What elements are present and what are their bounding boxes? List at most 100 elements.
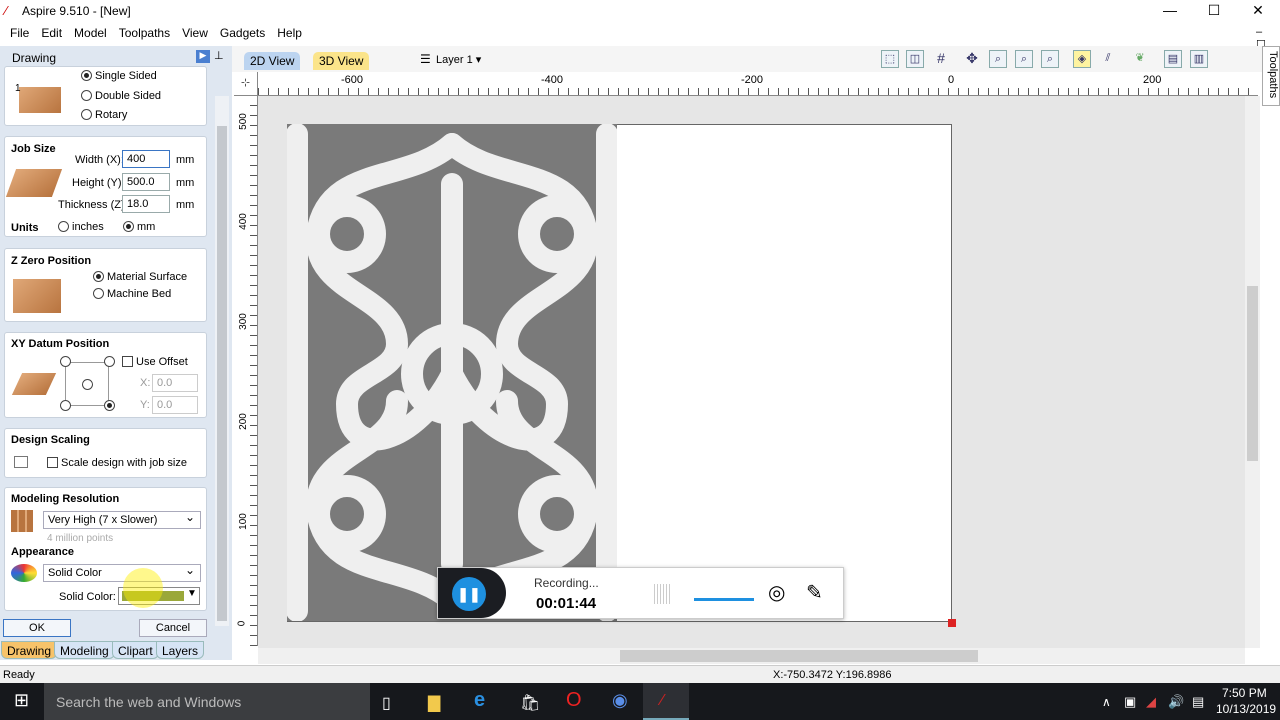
scale-design-checkbox[interactable] <box>47 457 58 468</box>
tab-clipart[interactable]: Clipart <box>112 641 159 659</box>
radio-mm[interactable] <box>123 221 134 232</box>
webcam-icon[interactable]: ◎ <box>768 580 785 605</box>
radio-inches[interactable] <box>58 221 69 232</box>
width-input[interactable]: 400 <box>122 150 170 168</box>
job-type-section: 1 Single Sided Double Sided Rotary <box>4 66 207 126</box>
resolution-select[interactable]: Very High (7 x Slower) <box>43 510 201 529</box>
job-size-section: Job Size Width (X): 400 mm Height (Y): 5… <box>4 136 207 237</box>
tray-chevron-icon[interactable]: ∧ <box>1102 695 1111 709</box>
network-icon[interactable]: ▣ <box>1124 694 1136 710</box>
layer-dropdown[interactable]: Layer 1 ▾ <box>436 53 481 66</box>
ruler-corner-icon[interactable]: ⊹ <box>234 72 258 96</box>
task-view-icon[interactable]: ▯ <box>382 693 391 713</box>
pen-icon[interactable]: ✎ <box>806 580 823 605</box>
carved-panel-model[interactable] <box>287 124 617 621</box>
radio-single-sided[interactable] <box>81 70 92 81</box>
split-horizontal-icon[interactable]: ▤ <box>1164 50 1182 68</box>
y-tick-label: 200 <box>237 413 249 430</box>
menu-file[interactable]: File <box>0 22 35 40</box>
datum-bottom-right[interactable] <box>104 400 115 411</box>
file-explorer-icon[interactable]: ▇ <box>428 693 440 713</box>
clock-date[interactable]: 10/13/2019 <box>1216 702 1276 716</box>
pan-icon[interactable]: ✥ <box>963 50 981 68</box>
dropdown-arrow-icon: ▼ <box>187 588 197 599</box>
menu-view[interactable]: View <box>176 22 214 40</box>
menu-model[interactable]: Model <box>68 22 113 40</box>
model-icon[interactable]: ❦ <box>1131 50 1149 68</box>
datum-bottom-left[interactable] <box>60 400 71 411</box>
taskbar-search-box[interactable]: Search the web and Windows <box>44 683 370 720</box>
windows-start-icon[interactable]: ⊞ <box>14 690 29 711</box>
chrome-icon[interactable]: ◉ <box>612 690 628 711</box>
height-input[interactable]: 500.0 <box>122 173 170 191</box>
panel-title: Drawing <box>12 51 57 65</box>
panel-scrollbar[interactable] <box>215 96 229 626</box>
cursor-coordinates: X:-750.3472 Y:196.8986 <box>773 669 892 681</box>
modeling-title: Modeling Resolution <box>11 493 120 505</box>
xy-datum-title: XY Datum Position <box>11 338 110 350</box>
resolution-icon <box>11 510 33 532</box>
snap-icon[interactable]: ◈ <box>1073 50 1091 68</box>
tab-2d-view[interactable]: 2D View <box>244 52 301 70</box>
x-offset-input[interactable]: 0.0 <box>152 374 198 392</box>
pin-icon[interactable]: ⊥ <box>214 49 224 62</box>
y-offset-input[interactable]: 0.0 <box>152 396 198 414</box>
appearance-select[interactable]: Solid Color <box>43 563 201 582</box>
minimize-button[interactable]: — <box>1148 0 1192 22</box>
grid-icon[interactable]: # <box>932 50 950 68</box>
menu-edit[interactable]: Edit <box>35 22 68 40</box>
tab-layers[interactable]: Layers <box>156 641 205 659</box>
opera-icon[interactable]: O <box>566 689 582 712</box>
radio-material-surface[interactable] <box>93 271 104 282</box>
maximize-button[interactable]: ☐ <box>1192 0 1236 22</box>
thickness-input[interactable]: 18.0 <box>122 195 170 213</box>
toolpaths-side-tab[interactable]: Toolpaths <box>1262 46 1280 106</box>
tab-modeling[interactable]: Modeling <box>54 641 115 659</box>
node-edit-icon[interactable]: ◫ <box>906 50 924 68</box>
datum-top-right[interactable] <box>104 356 115 367</box>
y-tick-label: 400 <box>237 213 249 230</box>
pause-button[interactable]: ❚❚ <box>452 577 486 611</box>
volume-slider[interactable] <box>694 598 754 601</box>
menu-toolpaths[interactable]: Toolpaths <box>113 22 176 40</box>
y-tick-label: 0 <box>236 620 248 627</box>
close-button[interactable]: ✕ <box>1236 0 1280 22</box>
menu-gadgets[interactable]: Gadgets <box>214 22 271 40</box>
recording-time: 00:01:44 <box>536 595 597 612</box>
wifi-icon[interactable]: ◢ <box>1146 694 1156 710</box>
horizontal-ruler: -600 -400 -200 0 200 <box>258 72 1258 96</box>
radio-machine-bed[interactable] <box>93 288 104 299</box>
ok-button[interactable]: OK <box>3 619 71 637</box>
xy-datum-icon <box>11 373 57 395</box>
datum-top-left[interactable] <box>60 356 71 367</box>
tab-drawing[interactable]: Drawing <box>1 641 58 659</box>
zoom-selection-icon[interactable]: ⌕ <box>1041 50 1059 68</box>
canvas-vertical-scrollbar[interactable] <box>1245 96 1260 648</box>
use-offset-checkbox[interactable] <box>122 356 133 367</box>
action-center-icon[interactable]: ▤ <box>1192 694 1204 710</box>
radio-rotary[interactable] <box>81 109 92 120</box>
datum-center[interactable] <box>82 379 93 390</box>
clock-time[interactable]: 7:50 PM <box>1222 686 1267 700</box>
menu-help[interactable]: Help <box>271 22 308 40</box>
window-title: Aspire 9.510 - [New] <box>22 4 131 18</box>
scale-design-label: Scale design with job size <box>61 457 187 469</box>
split-vertical-icon[interactable]: ▥ <box>1190 50 1208 68</box>
thickness-label: Thickness (Z): <box>58 199 128 211</box>
vectors-icon[interactable]: ⫽ <box>1099 50 1117 68</box>
volume-icon[interactable]: 🔊 <box>1168 694 1184 710</box>
radio-double-sided[interactable] <box>81 90 92 101</box>
edge-icon[interactable]: e <box>474 689 485 712</box>
cursor-highlight <box>123 568 163 608</box>
tab-3d-view[interactable]: 3D View <box>313 52 370 70</box>
cancel-button[interactable]: Cancel <box>139 619 207 637</box>
modeling-section: Modeling Resolution Very High (7 x Slowe… <box>4 487 207 611</box>
store-icon[interactable]: 🛍 <box>520 693 540 713</box>
audio-level-icon <box>654 584 670 604</box>
panel-dock-icon[interactable]: ▶ <box>196 50 210 63</box>
select-tool-icon[interactable]: ⬚ <box>881 50 899 68</box>
canvas-horizontal-scrollbar[interactable] <box>258 648 1245 664</box>
zoom-box-icon[interactable]: ⌕ <box>989 50 1007 68</box>
aspire-taskbar-button[interactable]: ⁄ <box>643 683 689 720</box>
zoom-all-icon[interactable]: ⌕ <box>1015 50 1033 68</box>
